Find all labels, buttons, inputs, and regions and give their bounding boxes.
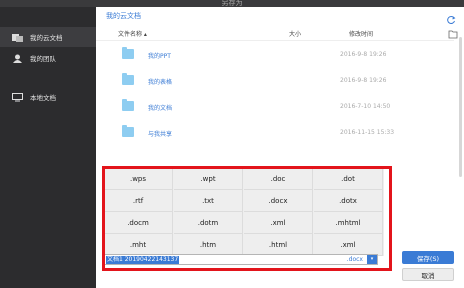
format-select-value[interactable]: .docx <box>347 256 363 264</box>
breadcrumb[interactable]: 我的云文档 <box>106 11 141 21</box>
sidebar-item-label: 我的云文档 <box>30 34 63 42</box>
format-option[interactable]: .wpt <box>174 168 243 190</box>
column-headers: 文件名称 ▴ 大小 修改时间 <box>96 25 458 41</box>
file-date: 2016-11-15 15:33 <box>340 129 395 136</box>
format-option[interactable]: .wps <box>104 168 173 190</box>
format-dropdown: .wps .wpt .doc .dot .rtf .txt .docx .dot… <box>104 168 384 256</box>
format-option[interactable]: .mhtml <box>314 212 383 234</box>
chevron-down-icon[interactable]: ▾ <box>367 255 377 264</box>
file-date: 2016-9-8 19:26 <box>340 77 387 84</box>
file-name: 我的文档 <box>148 105 173 112</box>
titlebar: 另存为 <box>0 0 464 7</box>
format-option[interactable]: .docx <box>244 190 313 212</box>
new-folder-icon[interactable] <box>448 29 458 39</box>
cancel-button[interactable]: 取消 <box>402 268 454 281</box>
sidebar-item-local-docs[interactable]: 本地文档 <box>0 87 96 107</box>
folder-icon <box>122 47 134 59</box>
format-option[interactable]: .htm <box>174 234 243 256</box>
filename-value: 文档1 20190422143137 <box>106 256 180 264</box>
column-header-name[interactable]: 文件名称 ▴ <box>118 29 147 38</box>
sidebar-item-label: 我的团队 <box>30 55 56 63</box>
format-option[interactable]: .xml <box>314 234 383 256</box>
refresh-icon[interactable] <box>446 10 456 25</box>
format-option[interactable]: .txt <box>174 190 243 212</box>
folder-icon <box>122 99 134 111</box>
monitor-icon <box>11 92 23 102</box>
file-name: 我的PPT <box>148 53 171 60</box>
sidebar-item-label: 本地文档 <box>30 94 56 102</box>
list-item[interactable]: 我的PPT 2016-9-8 19:26 <box>96 42 454 68</box>
list-item[interactable]: 与我共享 2016-11-15 15:33 <box>96 120 454 146</box>
format-option[interactable]: .xml <box>244 212 313 234</box>
file-date: 2016-9-8 19:26 <box>340 51 387 58</box>
format-option[interactable]: .dot <box>314 168 383 190</box>
sidebar-item-cloud-docs[interactable]: 我的云文档 <box>0 27 96 47</box>
column-header-size[interactable]: 大小 <box>289 29 301 38</box>
list-item[interactable]: 我的文档 2016-7-10 14:50 <box>96 94 454 120</box>
folder-icon <box>122 73 134 85</box>
filename-input[interactable]: 文档1 20190422143137 .docx ▾ <box>104 254 378 265</box>
file-name: 与我共享 <box>148 131 173 138</box>
format-option[interactable]: .dotx <box>314 190 383 212</box>
column-header-modified[interactable]: 修改时间 <box>349 29 373 38</box>
save-button[interactable]: 保存(S) <box>402 251 454 264</box>
format-option[interactable]: .mht <box>104 234 173 256</box>
format-option[interactable]: .rtf <box>104 190 173 212</box>
file-date: 2016-7-10 14:50 <box>340 103 391 110</box>
save-as-dialog: 另存为 我的云文档 我的团队 本地文档 我的云文档 文件名称 ▴ 大小 修改时间… <box>0 0 464 288</box>
team-icon <box>11 53 23 63</box>
format-option[interactable]: .html <box>244 234 313 256</box>
file-name: 我的表格 <box>148 79 173 86</box>
sidebar-item-team[interactable]: 我的团队 <box>0 48 96 68</box>
cloud-docs-icon <box>11 32 23 42</box>
sidebar: 我的云文档 我的团队 本地文档 <box>0 7 96 288</box>
format-option[interactable]: .dotm <box>174 212 243 234</box>
format-option[interactable]: .docm <box>104 212 173 234</box>
format-option[interactable]: .doc <box>244 168 313 190</box>
folder-icon <box>122 125 134 137</box>
scrollbar[interactable] <box>459 37 462 177</box>
list-item[interactable]: 我的表格 2016-9-8 19:26 <box>96 68 454 94</box>
